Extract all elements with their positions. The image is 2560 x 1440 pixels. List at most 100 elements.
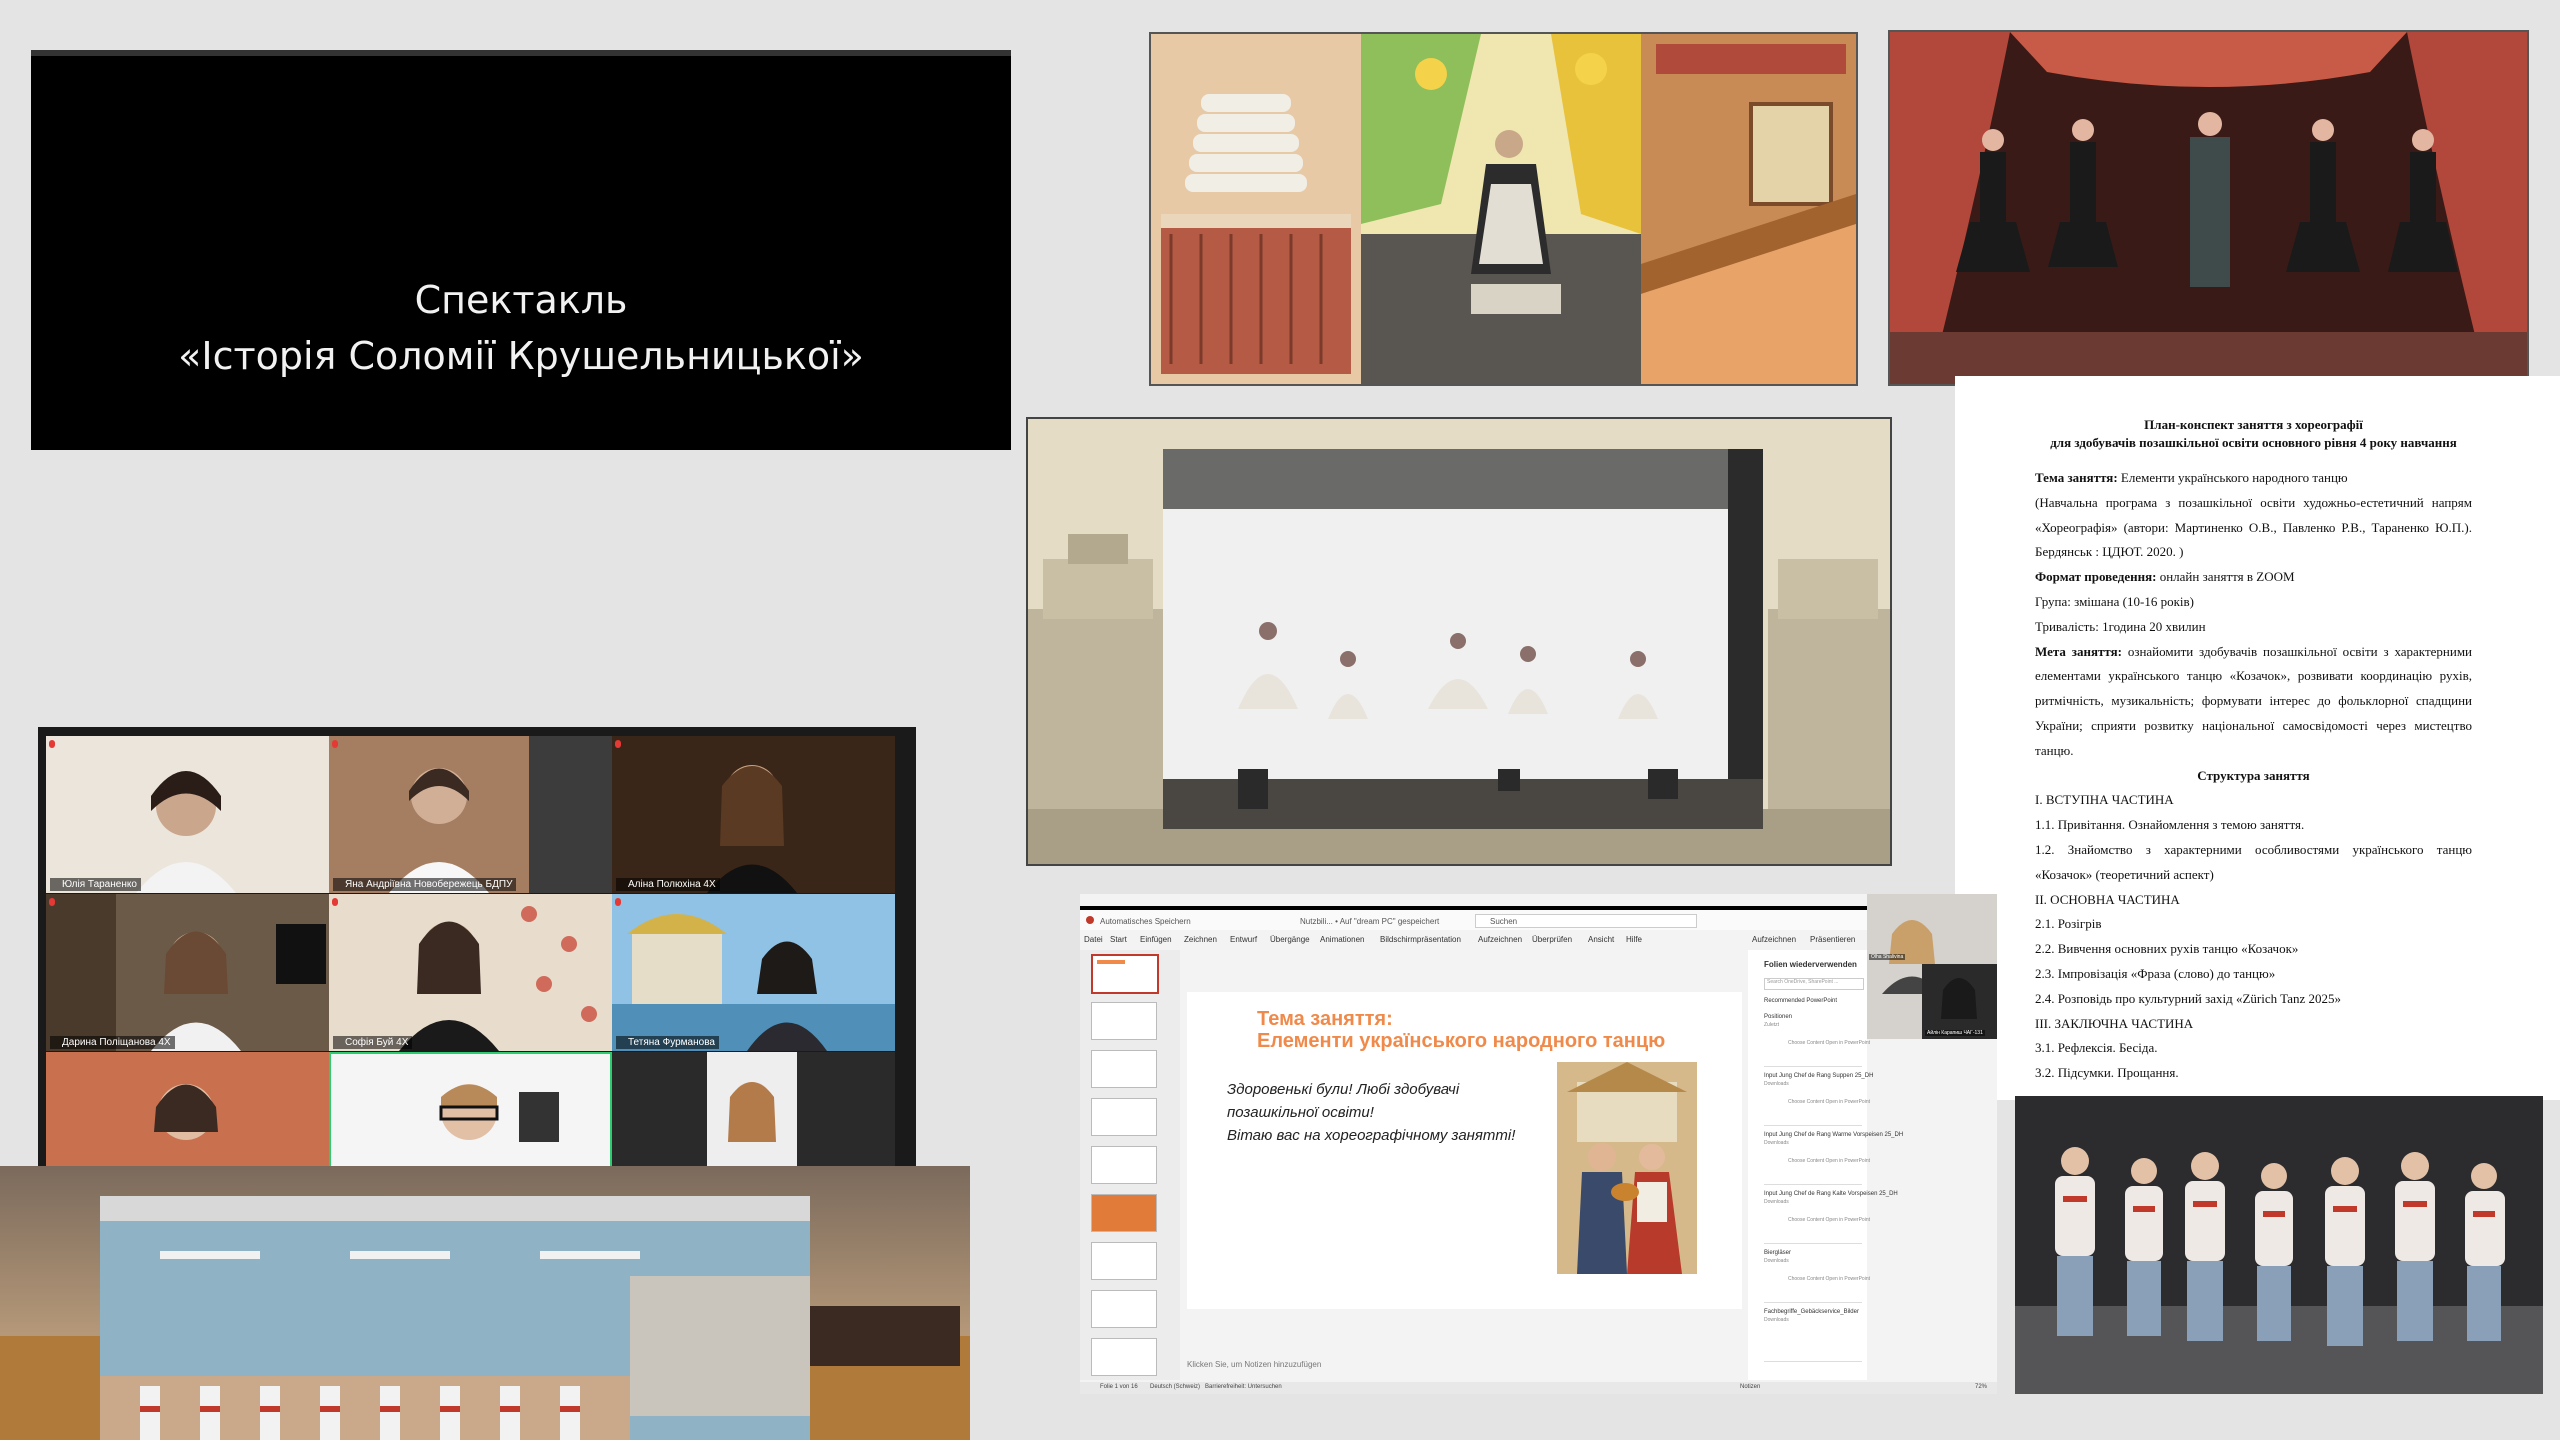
plan-item: 2.1. Розігрів bbox=[2035, 916, 2102, 932]
participant-tile[interactable] bbox=[612, 1052, 895, 1167]
ribbon-menu: Datei Start Einfügen Zeichnen Entwurf Üb… bbox=[1080, 930, 1867, 950]
photo-theatre-stage-performance bbox=[1026, 417, 1892, 866]
participant-tile[interactable] bbox=[46, 1052, 329, 1167]
reuse-item[interactable]: Input Jung Chef de Rang Suppen 25_DH Dow… bbox=[1764, 1069, 1873, 1126]
plan-duration: Тривалість: 1година 20 хвилин bbox=[2035, 618, 2206, 634]
participant-name: Тетяна Фурманова bbox=[616, 1036, 719, 1049]
plan-item: 2.4. Розповідь про культурний захід «Zür… bbox=[2035, 990, 2341, 1006]
menu-item[interactable]: Einfügen bbox=[1140, 935, 1172, 944]
menu-item[interactable]: Hilfe bbox=[1626, 935, 1642, 944]
menu-item[interactable]: Aufzeichnen bbox=[1478, 935, 1522, 944]
photo-dance-class-kids bbox=[2015, 1096, 2543, 1394]
slide-greeting: Здоровенькі були! Любі здобувачі позашкі… bbox=[1227, 1081, 1516, 1144]
slide-thumbnail[interactable] bbox=[1091, 1290, 1157, 1328]
slide-canvas[interactable]: Тема заняття: Елементи українського наро… bbox=[1187, 992, 1742, 1309]
notes-placeholder[interactable]: Klicken Sie, um Notizen hinzuzufügen bbox=[1187, 1360, 1321, 1369]
plan-item: 3.2. Підсумки. Прощання. bbox=[2035, 1065, 2179, 1081]
lesson-plan-document: План-конспект заняття з хореографії для … bbox=[1955, 376, 2560, 1100]
participant-tile[interactable]: Юлія Тараненко bbox=[46, 736, 329, 893]
reuse-item[interactable]: Fachbegriffe_Gebäckservice_Bilder Downlo… bbox=[1764, 1305, 1862, 1362]
photo-ukrainian-hut-scene bbox=[1149, 32, 1858, 386]
slide-thumbnail[interactable] bbox=[1091, 1002, 1157, 1040]
panel-search-input[interactable]: Search OneDrive, SharePoint ... bbox=[1764, 978, 1864, 990]
app-logo-icon bbox=[1086, 916, 1094, 924]
mic-muted-icon bbox=[332, 898, 338, 906]
participant-tile-active-speaker[interactable] bbox=[329, 1052, 612, 1167]
plan-topic: Тема заняття: Елементи українського наро… bbox=[2035, 470, 2348, 485]
status-slide-count: Folie 1 von 16 bbox=[1100, 1384, 1138, 1390]
slide-thumbnail[interactable] bbox=[1091, 1050, 1157, 1088]
title-line-2: «Історія Соломії Крушельницької» bbox=[178, 334, 864, 378]
status-accessibility[interactable]: Barrierefreiheit: Untersuchen bbox=[1205, 1384, 1282, 1390]
status-bar: Folie 1 von 16 Deutsch (Schweiz) Barrier… bbox=[1080, 1382, 1997, 1394]
participant-tile[interactable]: Софія Буй 4Х bbox=[329, 894, 612, 1051]
menu-item[interactable]: Überprüfen bbox=[1532, 935, 1572, 944]
plan-item: 2.2. Вивчення основних рухів танцю «Коза… bbox=[2035, 941, 2299, 957]
slide-thumbnail[interactable] bbox=[1091, 1098, 1157, 1136]
slide-thumbnail[interactable] bbox=[1091, 1194, 1157, 1232]
photo-dance-hall-wheat-field bbox=[0, 1166, 970, 1440]
slide-thumbnail[interactable] bbox=[1091, 1146, 1157, 1184]
presenter-camera-overlay: Olha Shalivina Айлін Карапиш ЧАГ-131 bbox=[1867, 894, 1997, 1039]
plan-item: III. ЗАКЛЮЧНА ЧАСТИНА bbox=[2035, 1015, 2194, 1031]
plan-item: 2.3. Імпровізація «Фраза (слово) до танц… bbox=[2035, 965, 2276, 981]
slide-title: Тема заняття: Елементи українського наро… bbox=[1257, 1008, 1666, 1052]
camera-name: Айлін Карапиш ЧАГ-131 bbox=[1925, 1030, 1985, 1036]
plan-item: II. ОСНОВНА ЧАСТИНА bbox=[2035, 891, 2180, 907]
reuse-item[interactable]: Input Jung Chef de Rang Warme Vorspeisen… bbox=[1764, 1128, 1903, 1185]
menu-item[interactable]: Datei bbox=[1084, 935, 1103, 944]
plan-title: План-конспект заняття з хореографії для … bbox=[2050, 417, 2457, 450]
participant-name: Юлія Тараненко bbox=[50, 878, 141, 891]
participant-name: Яна Андріївна Новобережець БДПУ bbox=[333, 878, 517, 891]
mic-muted-icon bbox=[49, 898, 55, 906]
zoom-gallery-view: Юлія Тараненко Яна Андріївна Новобережец… bbox=[38, 727, 916, 1167]
status-notes-button[interactable]: Notizen bbox=[1740, 1384, 1760, 1390]
slide-top-border bbox=[31, 50, 1011, 56]
menu-item[interactable]: Animationen bbox=[1320, 935, 1364, 944]
slide-illustration bbox=[1557, 1062, 1697, 1274]
menu-item[interactable]: Präsentieren bbox=[1810, 935, 1855, 944]
menu-item[interactable]: Start bbox=[1110, 935, 1127, 944]
menu-item[interactable]: Übergänge bbox=[1270, 935, 1310, 944]
status-language[interactable]: Deutsch (Schweiz) bbox=[1150, 1384, 1200, 1390]
menu-item[interactable]: Zeichnen bbox=[1184, 935, 1217, 944]
status-zoom[interactable]: 72% bbox=[1975, 1384, 1987, 1390]
participant-tile[interactable]: Дарина Поліщанова 4Х bbox=[46, 894, 329, 1051]
plan-structure-title: Структура заняття bbox=[2197, 767, 2310, 783]
slide-thumbnail[interactable] bbox=[1091, 1242, 1157, 1280]
title-line-1: Спектакль bbox=[414, 278, 628, 322]
camera-name: Olha Shalivina bbox=[1869, 954, 1906, 960]
menu-item[interactable]: Entwurf bbox=[1230, 935, 1257, 944]
participant-tile[interactable]: Тетяна Фурманова bbox=[612, 894, 895, 1051]
mic-muted-icon bbox=[615, 898, 621, 906]
slide-thumbnail[interactable] bbox=[1091, 954, 1159, 994]
plan-item: 3.1. Рефлексія. Бесіда. bbox=[2035, 1040, 2158, 1056]
plan-item: 1.1. Привітання. Ознайомлення з темою за… bbox=[2035, 817, 2305, 833]
reuse-item[interactable]: Positionen Zuletzt Choose Content Open i… bbox=[1764, 1010, 1870, 1067]
plan-group: Група: змішана (10-16 років) bbox=[2035, 593, 2194, 609]
photo-stage-dancers-red-curtain bbox=[1888, 30, 2529, 386]
menu-item[interactable]: Bildschirmpräsentation bbox=[1380, 935, 1461, 944]
plan-program: (Навчальна програма з позашкільної освіт… bbox=[2035, 494, 2472, 560]
menu-item[interactable]: Aufzeichnen bbox=[1752, 935, 1796, 944]
search-placeholder: Suchen bbox=[1490, 917, 1518, 926]
reuse-item[interactable]: Biergläser Downloads Choose Content Open… bbox=[1764, 1246, 1870, 1303]
reuse-slides-panel: Folien wiederverwenden Search OneDrive, … bbox=[1748, 950, 1903, 1380]
slide-thumbnail[interactable] bbox=[1091, 1338, 1157, 1376]
mic-muted-icon bbox=[615, 740, 621, 748]
plan-item: 1.2. Знайомство з характерними особливос… bbox=[2035, 841, 2472, 882]
title-slide: Спектакль «Історія Соломії Крушельницько… bbox=[31, 50, 1011, 450]
participant-tile[interactable]: Аліна Полюхіна 4Х bbox=[612, 736, 895, 893]
autosave-label[interactable]: Automatisches Speichern bbox=[1100, 917, 1191, 926]
menu-item[interactable]: Ansicht bbox=[1588, 935, 1614, 944]
reuse-item[interactable]: Input Jung Chef de Rang Kalte Vorspeisen… bbox=[1764, 1187, 1898, 1244]
mic-muted-icon bbox=[332, 740, 338, 748]
participant-name: Дарина Поліщанова 4Х bbox=[50, 1036, 175, 1049]
slide-thumbnails bbox=[1080, 950, 1180, 1380]
panel-header: Folien wiederverwenden bbox=[1764, 960, 1857, 969]
participant-tile[interactable]: Яна Андріївна Новобережець БДПУ bbox=[329, 736, 612, 893]
mic-muted-icon bbox=[49, 740, 55, 748]
plan-format: Формат проведення: онлайн заняття в ZOOM bbox=[2035, 569, 2295, 585]
document-name: Nutzbili... • Auf "dream PC" gespeichert bbox=[1300, 917, 1440, 926]
plan-goal: Мета заняття: ознайомити здобувачів поза… bbox=[2035, 643, 2473, 758]
